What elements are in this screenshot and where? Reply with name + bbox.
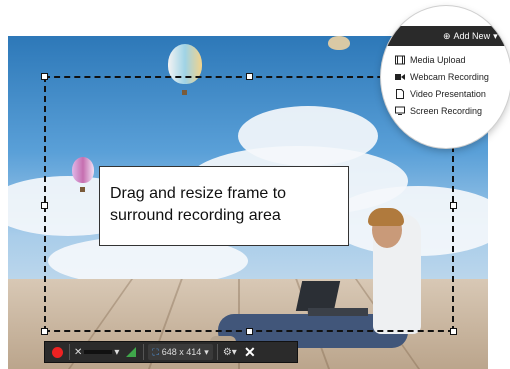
resize-handle-top[interactable] [246, 73, 253, 80]
chevron-down-icon: ▾ [204, 346, 209, 357]
audio-level-icon [84, 350, 113, 354]
add-new-menu-zoom: ⊕ Add New ▾ Media Upload Webcam Recordin… [381, 6, 510, 148]
menu-item-media-upload[interactable]: Media Upload [395, 51, 510, 68]
expand-icon: ⛶ [152, 346, 159, 357]
document-icon [396, 88, 404, 99]
record-icon [51, 346, 63, 358]
frame-size-dropdown[interactable]: ⛶ 648 x 414 ▾ [148, 344, 213, 360]
instruction-text: Drag and resize frame to surround record… [110, 185, 287, 224]
add-new-button[interactable]: ⊕ Add New ▾ [381, 26, 510, 46]
menu-item-webcam-recording[interactable]: Webcam Recording [395, 68, 510, 85]
chevron-down-icon: ▾ [493, 30, 498, 41]
volume-button[interactable] [123, 344, 139, 360]
chevron-down-icon: ▾ [231, 346, 237, 358]
plus-circle-icon: ⊕ [443, 30, 451, 41]
record-button[interactable] [49, 344, 65, 360]
toolbar-divider [143, 344, 145, 360]
film-icon [395, 55, 405, 64]
resize-handle-bottom[interactable] [246, 328, 253, 335]
add-new-menu: Media Upload Webcam Recording Video Pres… [395, 51, 510, 119]
camera-icon [395, 73, 405, 80]
frame-size-value: 648 x 414 [161, 347, 202, 357]
menu-item-label: Video Presentation [410, 88, 486, 99]
resize-handle-bottom-right[interactable] [450, 328, 457, 335]
toolbar-divider [216, 344, 218, 360]
microphone-dropdown[interactable]: ✕ ▾ [74, 344, 119, 360]
menu-item-screen-recording[interactable]: Screen Recording [395, 102, 510, 119]
settings-dropdown[interactable]: ⚙ ▾ [222, 344, 238, 360]
menu-item-label: Media Upload [410, 54, 466, 65]
recording-toolbar: ✕ ▾ ⛶ 648 x 414 ▾ ⚙ ▾ ✕ [44, 341, 298, 363]
resize-handle-bottom-left[interactable] [41, 328, 48, 335]
resize-handle-left[interactable] [41, 202, 48, 209]
add-new-label: Add New [453, 31, 491, 41]
close-button[interactable]: ✕ [242, 344, 258, 360]
resize-handle-top-left[interactable] [41, 73, 48, 80]
menu-item-label: Webcam Recording [410, 71, 489, 82]
monitor-icon [395, 106, 405, 115]
volume-bars-icon [126, 347, 137, 357]
instruction-callout: Drag and resize frame to surround record… [99, 166, 349, 246]
menu-item-label: Screen Recording [410, 105, 483, 116]
close-icon: ✕ [243, 343, 256, 360]
toolbar-divider [69, 344, 70, 360]
microphone-muted-icon: ✕ [74, 346, 83, 358]
hot-air-balloon [328, 36, 350, 50]
menu-item-video-presentation[interactable]: Video Presentation [395, 85, 510, 102]
chevron-down-icon: ▾ [114, 346, 120, 358]
settings-icon: ⚙ [222, 346, 232, 358]
resize-handle-right[interactable] [450, 202, 457, 209]
